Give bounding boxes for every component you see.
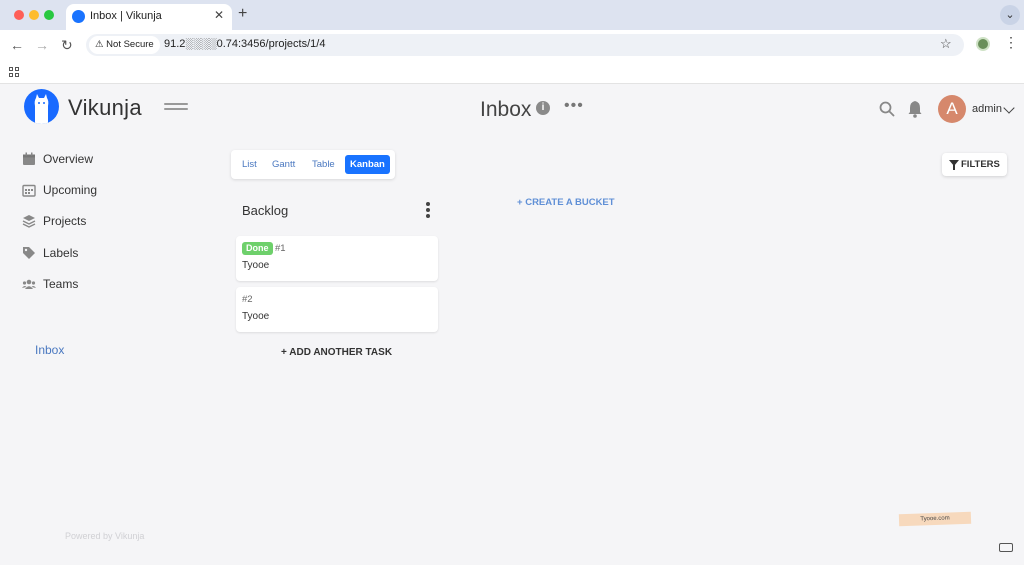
task-title: Tyooe <box>242 260 270 271</box>
filters-label: FILTERS <box>961 159 1000 170</box>
new-tab-icon[interactable]: + <box>238 5 247 23</box>
plus-icon: + <box>517 197 523 208</box>
sidebar-item-label: Projects <box>43 214 87 228</box>
sidebar-item-label: Overview <box>43 152 94 166</box>
vikunja-logo-icon[interactable] <box>24 89 59 124</box>
powered-by-text[interactable]: Powered by Vikunja <box>65 531 144 541</box>
extension-icon[interactable] <box>976 37 990 51</box>
bucket-title[interactable]: Backlog <box>242 203 288 218</box>
bookmarks-bar <box>0 60 1024 84</box>
tab-kanban[interactable]: Kanban <box>345 155 390 174</box>
tab-table[interactable]: Table <box>307 155 340 174</box>
task-card[interactable]: Done #1 Tyooe <box>236 236 438 281</box>
address-bar[interactable]: ⚠ Not Secure 91.2░░░░0.74:3456/projects/… <box>86 34 964 56</box>
calendar-icon <box>23 152 35 165</box>
bucket-options-icon[interactable] <box>426 202 432 218</box>
tab-title: Inbox | Vikunja <box>90 10 162 22</box>
browser-tabbar: Inbox | Vikunja ✕ + ⌄ <box>0 0 1024 30</box>
page-title: Inbox <box>480 98 532 121</box>
task-card[interactable]: #2 Tyooe <box>236 287 438 332</box>
sidebar-project-inbox[interactable]: Inbox <box>35 343 64 357</box>
add-task-label: ADD ANOTHER TASK <box>289 347 393 358</box>
back-arrow-icon[interactable]: ← <box>10 37 24 53</box>
warning-icon: ⚠ <box>95 39 104 50</box>
bell-icon[interactable] <box>907 100 923 118</box>
logo-text: Vikunja <box>68 95 142 120</box>
calendar-grid-icon <box>22 184 36 197</box>
filters-button[interactable]: FILTERS <box>942 153 1007 176</box>
create-bucket-label: CREATE A BUCKET <box>525 197 615 208</box>
browser-tab[interactable]: Inbox | Vikunja ✕ <box>66 4 232 30</box>
task-title: Tyooe <box>242 311 270 322</box>
forward-arrow-icon[interactable]: → <box>35 37 49 53</box>
info-icon[interactable]: i <box>536 101 550 115</box>
chevron-down-icon[interactable] <box>1003 102 1015 114</box>
not-secure-chip[interactable]: ⚠ Not Secure <box>89 36 160 54</box>
close-window-button[interactable] <box>14 10 24 20</box>
url-text: 91.2░░░░0.74:3456/projects/1/4 <box>164 38 326 50</box>
browser-toolbar: ← → ↻ ⚠ Not Secure 91.2░░░░0.74:3456/pro… <box>0 30 1024 60</box>
create-bucket-button[interactable]: + CREATE A BUCKET <box>517 197 615 208</box>
tab-search-chevron-icon[interactable]: ⌄ <box>1000 5 1020 25</box>
close-tab-icon[interactable]: ✕ <box>214 8 224 22</box>
layers-icon <box>22 215 36 228</box>
user-name[interactable]: admin <box>972 103 1002 115</box>
tab-list[interactable]: List <box>237 155 262 174</box>
maximize-window-button[interactable] <box>44 10 54 20</box>
filter-icon <box>949 160 959 170</box>
minimize-window-button[interactable] <box>29 10 39 20</box>
view-switcher: List Gantt Table Kanban <box>231 150 395 179</box>
bookmark-star-icon[interactable]: ☆ <box>940 36 952 52</box>
tab-gantt[interactable]: Gantt <box>267 155 300 174</box>
sidebar-item-label: Labels <box>43 246 79 260</box>
keyboard-shortcuts-icon[interactable] <box>999 543 1013 552</box>
vikunja-favicon-icon <box>72 10 85 23</box>
reload-icon[interactable]: ↻ <box>61 37 73 54</box>
watermark: Tyooe.com <box>898 511 972 527</box>
avatar[interactable]: A <box>938 95 966 123</box>
browser-menu-icon[interactable]: ⋮ <box>1004 34 1018 51</box>
not-secure-label: Not Secure <box>106 39 154 50</box>
plus-icon: + <box>281 347 287 358</box>
search-icon[interactable] <box>879 101 895 117</box>
users-icon <box>22 279 36 289</box>
sidebar-item-label: Teams <box>43 277 79 291</box>
done-badge: Done <box>242 242 273 255</box>
project-options-icon[interactable]: ••• <box>564 97 584 115</box>
tags-icon <box>23 247 35 259</box>
task-id: #1 <box>275 243 286 254</box>
task-id: #2 <box>242 294 253 305</box>
sidebar-item-label: Upcoming <box>43 183 98 197</box>
menu-toggle-icon[interactable] <box>164 103 188 115</box>
apps-grid-icon[interactable] <box>9 67 19 77</box>
add-task-button[interactable]: + ADD ANOTHER TASK <box>281 347 392 358</box>
